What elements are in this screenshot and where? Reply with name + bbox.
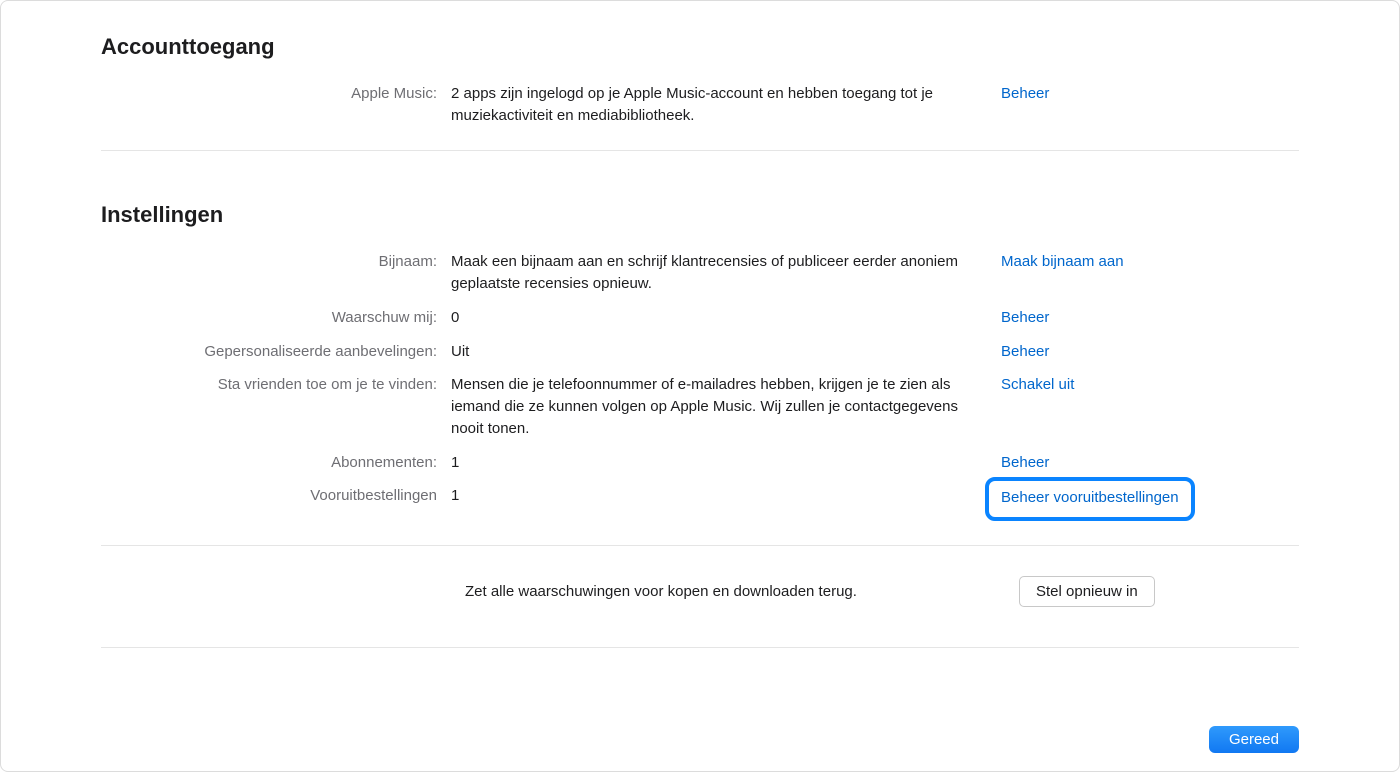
label-allow-friends: Sta vrienden toe om je te vinden:: [101, 374, 451, 396]
label-nickname: Bijnaam:: [101, 251, 451, 273]
row-reset: Zet alle waarschuwingen voor kopen en do…: [101, 576, 1299, 607]
reset-text: Zet alle waarschuwingen voor kopen en do…: [465, 581, 1019, 603]
value-allow-friends: Mensen die je telefoonnummer of e-mailad…: [451, 374, 1001, 439]
divider-access-settings: [101, 150, 1299, 151]
label-subscriptions: Abonnementen:: [101, 452, 451, 474]
link-allow-friends-disable[interactable]: Schakel uit: [1001, 376, 1074, 393]
label-recommendations: Gepersonaliseerde aanbevelingen:: [101, 341, 451, 363]
row-allow-friends: Sta vrienden toe om je te vinden: Mensen…: [101, 374, 1299, 439]
value-subscriptions: 1: [451, 452, 1001, 474]
value-alert-me: 0: [451, 307, 1001, 329]
highlight-preorders: Beheer vooruitbestellingen: [985, 477, 1195, 521]
row-apple-music: Apple Music: 2 apps zijn ingelogd op je …: [101, 83, 1299, 127]
link-create-nickname[interactable]: Maak bijnaam aan: [1001, 253, 1124, 270]
value-recommendations: Uit: [451, 341, 1001, 363]
section-title-access: Accounttoegang: [101, 31, 1299, 63]
link-alert-me-manage[interactable]: Beheer: [1001, 309, 1049, 326]
label-alert-me: Waarschuw mij:: [101, 307, 451, 329]
section-title-settings: Instellingen: [101, 199, 1299, 231]
link-preorders-manage[interactable]: Beheer vooruitbestellingen: [1001, 489, 1179, 506]
value-nickname: Maak een bijnaam aan en schrijf klantrec…: [451, 251, 1001, 295]
reset-button[interactable]: Stel opnieuw in: [1019, 576, 1155, 607]
done-button[interactable]: Gereed: [1209, 726, 1299, 753]
value-apple-music: 2 apps zijn ingelogd op je Apple Music-a…: [451, 83, 1001, 127]
row-nickname: Bijnaam: Maak een bijnaam aan en schrijf…: [101, 251, 1299, 295]
footer: Gereed: [1209, 726, 1299, 753]
link-subscriptions-manage[interactable]: Beheer: [1001, 454, 1049, 471]
row-preorders: Vooruitbestellingen 1 Beheer vooruitbest…: [101, 485, 1299, 521]
divider-settings-reset: [101, 545, 1299, 546]
divider-footer: [101, 647, 1299, 648]
link-recommendations-manage[interactable]: Beheer: [1001, 343, 1049, 360]
link-apple-music-manage[interactable]: Beheer: [1001, 85, 1049, 102]
value-preorders: 1: [451, 485, 1001, 507]
settings-window: Accounttoegang Apple Music: 2 apps zijn …: [0, 0, 1400, 772]
row-recommendations: Gepersonaliseerde aanbevelingen: Uit Beh…: [101, 341, 1299, 363]
label-apple-music: Apple Music:: [101, 83, 451, 105]
row-alert-me: Waarschuw mij: 0 Beheer: [101, 307, 1299, 329]
row-subscriptions: Abonnementen: 1 Beheer: [101, 452, 1299, 474]
label-preorders: Vooruitbestellingen: [101, 485, 451, 507]
